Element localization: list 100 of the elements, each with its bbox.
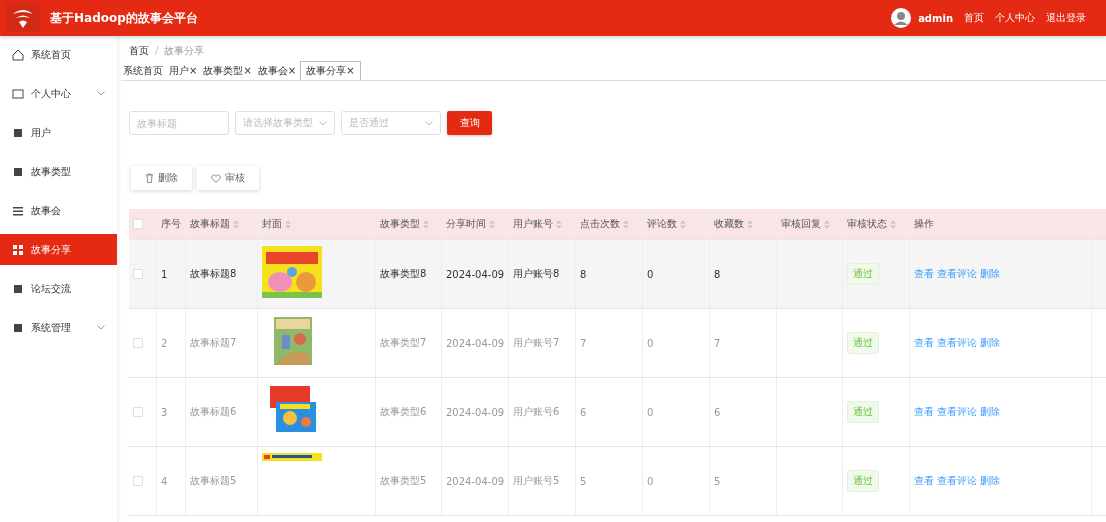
row-checkbox[interactable] (133, 476, 143, 486)
status-tag: 通过 (847, 263, 879, 285)
table-cell: 2024-04-09 (446, 268, 505, 280)
sort-icon[interactable] (824, 219, 830, 229)
menu-icon (12, 48, 24, 61)
menu-icon (12, 87, 24, 100)
row-action-link[interactable]: 删除 (980, 474, 1000, 488)
column-header: 收藏数 (714, 217, 744, 231)
table-row[interactable]: 3 故事标题6 故事类型6 2024-04-09 用户账号6 6 0 6 通过 查看 查看评论 删除 (129, 378, 1106, 447)
table-cell: 故事标题7 (190, 336, 237, 350)
status-tag: 通过 (847, 401, 879, 423)
delete-button[interactable]: 删除 (131, 166, 192, 190)
sidebar-item[interactable]: 故事会 (0, 195, 117, 226)
title-field[interactable]: 故事标题 (129, 111, 229, 135)
column-header: 评论数 (647, 217, 677, 231)
header-link[interactable]: 首页 (964, 11, 984, 25)
table-cell: 故事标题8 (190, 267, 237, 281)
breadcrumb-separator: / (155, 45, 159, 56)
sidebar-item[interactable]: 个人中心 (0, 78, 117, 109)
table-cell: 0 (647, 268, 654, 280)
sidebar-item[interactable]: 系统首页 (0, 39, 117, 70)
table-cell: 8 (580, 268, 587, 280)
row-action-link[interactable]: 查看评论 (937, 405, 977, 419)
row-action-link[interactable]: 删除 (980, 405, 1000, 419)
table-cell: 0 (647, 475, 654, 487)
column-header: 分享时间 (446, 217, 486, 231)
sidebar-item[interactable]: 故事分享 (0, 234, 117, 265)
row-action-link[interactable]: 查看评论 (937, 474, 977, 488)
table-cell: 3 (161, 406, 168, 418)
row-checkbox[interactable] (133, 407, 143, 417)
column-header: 封面 (262, 217, 282, 231)
table-cell: 8 (714, 268, 721, 280)
row-action-link[interactable]: 查看评论 (937, 336, 977, 350)
table-cell: 2024-04-09 (446, 337, 505, 349)
sort-icon[interactable] (890, 219, 896, 229)
table-cell: 故事类型5 (380, 474, 427, 488)
chevron-icon (425, 120, 433, 126)
table-cell: 7 (580, 337, 587, 349)
row-action-link[interactable]: 查看评论 (937, 267, 977, 281)
menu-icon (12, 321, 24, 334)
table-row[interactable]: 1 故事标题8 故事类型8 2024-04-09 用户账号8 8 0 8 通过 查看 查看评论 删除 (129, 240, 1106, 309)
row-checkbox[interactable] (133, 269, 143, 279)
row-action-link[interactable]: 查看 (914, 267, 934, 281)
menu-icon (12, 204, 24, 217)
page-tab[interactable]: 故事分享× (300, 61, 361, 80)
sidebar-item[interactable]: 论坛交流 (0, 273, 117, 304)
page-tab[interactable]: 系统首页 (121, 62, 167, 80)
sort-icon[interactable] (423, 219, 429, 229)
page-tab[interactable]: 故事类型× (201, 62, 256, 80)
trash-icon (145, 173, 154, 183)
sort-icon[interactable] (747, 219, 753, 229)
table-row[interactable]: 2 故事标题7 故事类型7 2024-04-09 用户账号7 7 0 7 通过 查看 查看评论 删除 (129, 309, 1106, 378)
table-cell: 0 (647, 337, 654, 349)
search-button[interactable]: 查询 (447, 111, 492, 135)
table-cell: 2024-04-09 (446, 475, 505, 487)
row-action-link[interactable]: 查看 (914, 336, 934, 350)
column-header: 操作 (914, 217, 934, 231)
table-cell: 故事类型6 (380, 405, 427, 419)
table-cell: 故事标题5 (190, 474, 237, 488)
header-link[interactable]: 个人中心 (995, 11, 1035, 25)
page-tab[interactable]: 用户× (167, 62, 202, 80)
review-button[interactable]: 审核 (197, 166, 259, 190)
breadcrumb-item: 故事分享 (164, 45, 205, 56)
column-header: 点击次数 (580, 217, 620, 231)
menu-icon (12, 165, 24, 178)
sort-icon[interactable] (233, 219, 239, 229)
sort-icon[interactable] (623, 219, 629, 229)
sort-icon[interactable] (680, 219, 686, 229)
row-action-link[interactable]: 删除 (980, 336, 1000, 350)
sidebar-item[interactable]: 系统管理 (0, 312, 117, 343)
username: admin (918, 12, 953, 24)
table-cell: 2 (161, 337, 168, 349)
table-cell: 2024-04-09 (446, 406, 505, 418)
row-action-link[interactable]: 查看 (914, 474, 934, 488)
row-action-link[interactable]: 查看 (914, 405, 934, 419)
sort-icon[interactable] (489, 219, 495, 229)
menu-icon (12, 243, 24, 256)
row-action-link[interactable]: 删除 (980, 267, 1000, 281)
column-header: 用户账号 (513, 217, 553, 231)
table-cell: 用户账号6 (513, 405, 560, 419)
sort-icon[interactable] (556, 219, 562, 229)
table-cell: 用户账号5 (513, 474, 560, 488)
header-link[interactable]: 退出登录 (1046, 11, 1086, 25)
sidebar-item[interactable]: 用户 (0, 117, 117, 148)
logo-icon (6, 4, 40, 32)
sort-icon[interactable] (285, 219, 291, 229)
column-header: 审核状态 (847, 217, 887, 231)
table-cell: 用户账号7 (513, 336, 560, 350)
row-checkbox[interactable] (133, 338, 143, 348)
breadcrumb-item[interactable]: 首页 (129, 45, 149, 56)
avatar-icon (891, 8, 912, 28)
table-row[interactable]: 4 故事标题5 故事类型5 2024-04-09 用户账号5 5 0 5 通过 查看 查看评论 删除 (129, 447, 1106, 516)
heart-icon (211, 173, 221, 183)
sidebar-item[interactable]: 故事类型 (0, 156, 117, 187)
status-tag: 通过 (847, 470, 879, 492)
page-tab[interactable]: 故事会× (255, 62, 301, 80)
column-header: 故事类型 (380, 217, 420, 231)
table-cell: 故事类型8 (380, 267, 427, 281)
table-cell: 7 (714, 337, 721, 349)
select-all-checkbox[interactable] (133, 219, 143, 229)
